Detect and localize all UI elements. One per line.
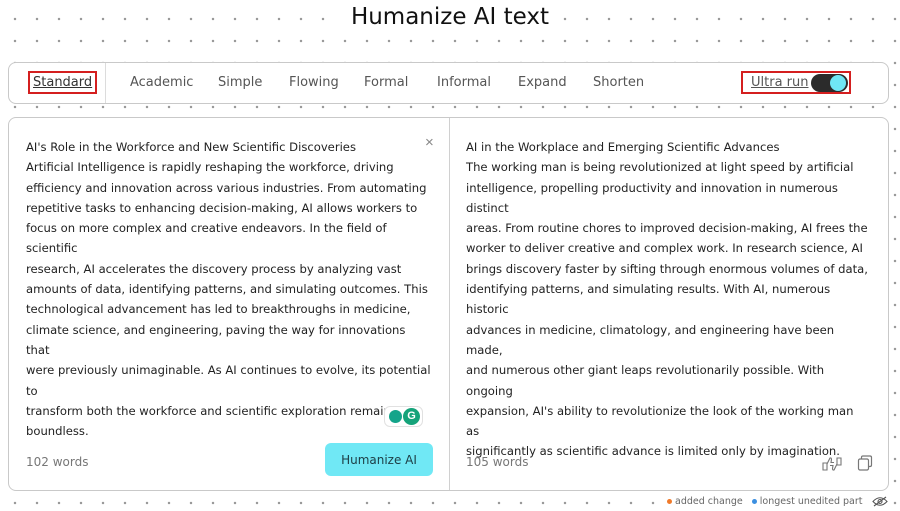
mode-simple[interactable]: Simple (218, 75, 262, 90)
output-line: worker to deliver creative and complex w… (466, 241, 863, 256)
longest-unedited-label: longest unedited part (759, 496, 863, 507)
input-line: focus on more complex and creative endea… (26, 221, 387, 256)
output-line: AI in the Workplace and Emerging Scienti… (466, 140, 780, 154)
output-line: brings discovery faster by sifting throu… (466, 261, 868, 276)
ultra-run-control: Ultra run (741, 71, 851, 94)
input-line: Artificial Intelligence is rapidly resha… (26, 160, 394, 175)
ultra-run-label[interactable]: Ultra run (751, 75, 809, 90)
mode-informal[interactable]: Informal (437, 75, 491, 90)
unedited-dot (751, 498, 757, 504)
output-line: identifying patterns, and simulating res… (466, 282, 831, 317)
editor-panel: AI's Role in the Workforce and New Scien… (8, 117, 889, 491)
output-line: expansion, AI's ability to revolutionize… (466, 403, 854, 439)
grammarly-icon[interactable]: G (384, 406, 423, 427)
mode-standard[interactable]: Standard (27, 71, 98, 94)
feedback-icon[interactable] (821, 455, 843, 473)
page-title: Humanize AI text (0, 4, 900, 30)
input-line: were previously unimaginable. As AI cont… (26, 363, 431, 398)
input-line: amounts of data, identifying patterns, a… (26, 282, 428, 297)
input-line: technological advancement has led to bre… (26, 302, 411, 317)
eye-off-icon[interactable] (871, 496, 888, 507)
input-text-area[interactable]: AI's Role in the Workforce and New Scien… (26, 137, 431, 441)
input-line: boundless. (26, 424, 89, 439)
input-line: efficiency and innovation across various… (26, 180, 427, 195)
added-change-dot (667, 498, 672, 504)
added-change-label: added change (675, 496, 743, 507)
mode-expand[interactable]: Expand (518, 75, 567, 90)
output-line: advances in medicine, climatology, and e… (466, 322, 835, 357)
grammarly-logo: G (403, 408, 420, 425)
mode-bar: Standard Academic Simple Flowing Formal … (8, 62, 889, 104)
mode-academic[interactable]: Academic (130, 75, 193, 90)
copy-icon[interactable] (857, 455, 873, 471)
input-line: climate science, and engineering, paving… (26, 322, 406, 357)
output-text-area: AI in the Workplace and Emerging Scienti… (466, 137, 868, 462)
page-title-text: Humanize AI text (340, 4, 560, 30)
close-icon[interactable]: × (425, 134, 434, 151)
output-word-count: 105 words (466, 455, 529, 469)
change-legend: added change longest unedited part (660, 496, 892, 507)
input-line: research, AI accelerates the discovery p… (26, 261, 402, 276)
mode-flowing[interactable]: Flowing (289, 75, 339, 90)
input-word-count: 102 words (26, 455, 89, 469)
pane-divider (449, 118, 450, 490)
mode-shorten[interactable]: Shorten (593, 75, 644, 90)
input-line: transform both the workforce and scienti… (26, 403, 397, 418)
bulb-icon (389, 410, 402, 423)
ultra-run-toggle[interactable] (811, 74, 848, 92)
humanize-button[interactable]: Humanize AI (325, 443, 433, 476)
output-line: The working man is being revolutionized … (466, 160, 854, 175)
input-line: AI's Role in the Workforce and New Scien… (26, 140, 356, 154)
mode-formal[interactable]: Formal (364, 75, 408, 90)
output-line: and numerous other giant leaps revolutio… (466, 363, 825, 398)
output-line: intelligence, propelling productivity an… (466, 180, 838, 215)
input-line: repetitive tasks to enhancing decision-m… (26, 200, 418, 215)
toggle-knob (830, 75, 846, 91)
mode-divider (105, 63, 106, 103)
output-line: areas. From routine chores to improved d… (466, 221, 868, 236)
